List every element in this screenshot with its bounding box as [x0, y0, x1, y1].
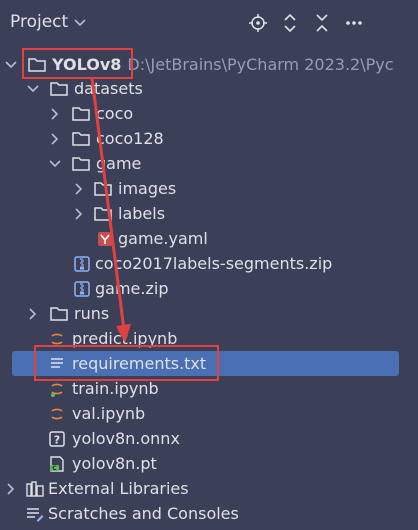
tree-item-label: labels: [118, 204, 166, 223]
project-path: D:\JetBrains\PyCharm 2023.2\Pyc: [127, 55, 394, 74]
zip-file-icon: [73, 255, 91, 273]
yaml-file-icon: [96, 230, 114, 248]
tree-item-coco[interactable]: coco: [0, 101, 418, 126]
tree-item-label: game.yaml: [118, 229, 208, 248]
tree-item-label: images: [118, 179, 177, 198]
more-options-icon[interactable]: [344, 13, 364, 33]
svg-text:?: ?: [54, 433, 60, 446]
folder-icon: [50, 80, 68, 98]
tree-item-external-libraries[interactable]: External Libraries: [0, 476, 418, 501]
tree-item-game-yaml[interactable]: game.yaml: [0, 226, 418, 251]
folder-icon: [72, 130, 90, 148]
tree-item-coco128[interactable]: coco128: [0, 126, 418, 151]
notebook-icon: [48, 405, 66, 423]
tree-item-label: Scratches and Consoles: [48, 504, 239, 523]
chevron-right-icon[interactable]: [48, 132, 62, 146]
folder-icon: [94, 180, 112, 198]
unknown-file-icon: ?: [48, 430, 66, 448]
project-view-selector[interactable]: Project: [10, 12, 86, 32]
tree-item-yolov8n-pt[interactable]: C yolov8n.pt: [0, 451, 418, 476]
tree-item-game-zip[interactable]: game.zip: [0, 276, 418, 301]
tree-item-coco2017labels-zip[interactable]: coco2017labels-segments.zip: [0, 251, 418, 276]
tree-item-label: game.zip: [95, 279, 169, 298]
folder-icon: [72, 105, 90, 123]
chevron-down-icon[interactable]: [48, 157, 62, 171]
scratches-icon: [26, 505, 44, 523]
annotation-box-requirements: [34, 345, 219, 381]
tree-item-labels[interactable]: labels: [0, 201, 418, 226]
tree-item-val-ipynb[interactable]: val.ipynb: [0, 401, 418, 426]
annotation-box-yolov8: [22, 48, 133, 79]
tree-item-label: game: [96, 154, 142, 173]
folder-icon: [72, 155, 90, 173]
zip-file-icon: [73, 280, 91, 298]
project-title: Project: [10, 12, 69, 32]
tree-item-scratches-consoles[interactable]: Scratches and Consoles: [0, 501, 418, 526]
chevron-down-icon: [74, 16, 86, 31]
tree-item-label: yolov8n.onnx: [72, 429, 180, 448]
project-header: Project: [0, 0, 418, 46]
pt-file-icon: C: [48, 455, 66, 473]
library-icon: [26, 480, 44, 498]
tree-item-label: External Libraries: [48, 479, 189, 498]
tree-item-label: coco128: [96, 129, 164, 148]
svg-text:C: C: [52, 465, 57, 472]
tree-item-label: datasets: [74, 79, 143, 98]
chevron-down-icon[interactable]: [26, 82, 40, 96]
expand-collapse-icon[interactable]: [280, 13, 300, 33]
tree-item-label: val.ipynb: [72, 404, 146, 423]
chevron-right-icon[interactable]: [72, 182, 86, 196]
folder-icon: [94, 205, 112, 223]
tree-item-label: yolov8n.pt: [72, 454, 157, 473]
tree-item-label: runs: [74, 304, 110, 323]
tree-item-label: coco2017labels-segments.zip: [95, 254, 333, 273]
tree-item-label: train.ipynb: [72, 379, 159, 398]
locate-icon[interactable]: [248, 13, 268, 33]
chevron-right-icon[interactable]: [4, 482, 18, 496]
collapse-all-icon[interactable]: [312, 13, 332, 33]
tree-item-yolov8n-onnx[interactable]: ? yolov8n.onnx: [0, 426, 418, 451]
notebook-icon: [48, 380, 66, 398]
tree-item-images[interactable]: images: [0, 176, 418, 201]
chevron-right-icon[interactable]: [48, 107, 62, 121]
folder-icon: [50, 305, 68, 323]
chevron-down-icon[interactable]: [4, 58, 18, 72]
chevron-right-icon[interactable]: [72, 207, 86, 221]
chevron-right-icon[interactable]: [26, 307, 40, 321]
tree-item-game[interactable]: game: [0, 151, 418, 176]
tree-item-label: coco: [96, 104, 134, 123]
tree-item-datasets[interactable]: datasets: [0, 76, 418, 101]
tree-item-runs[interactable]: runs: [0, 301, 418, 326]
